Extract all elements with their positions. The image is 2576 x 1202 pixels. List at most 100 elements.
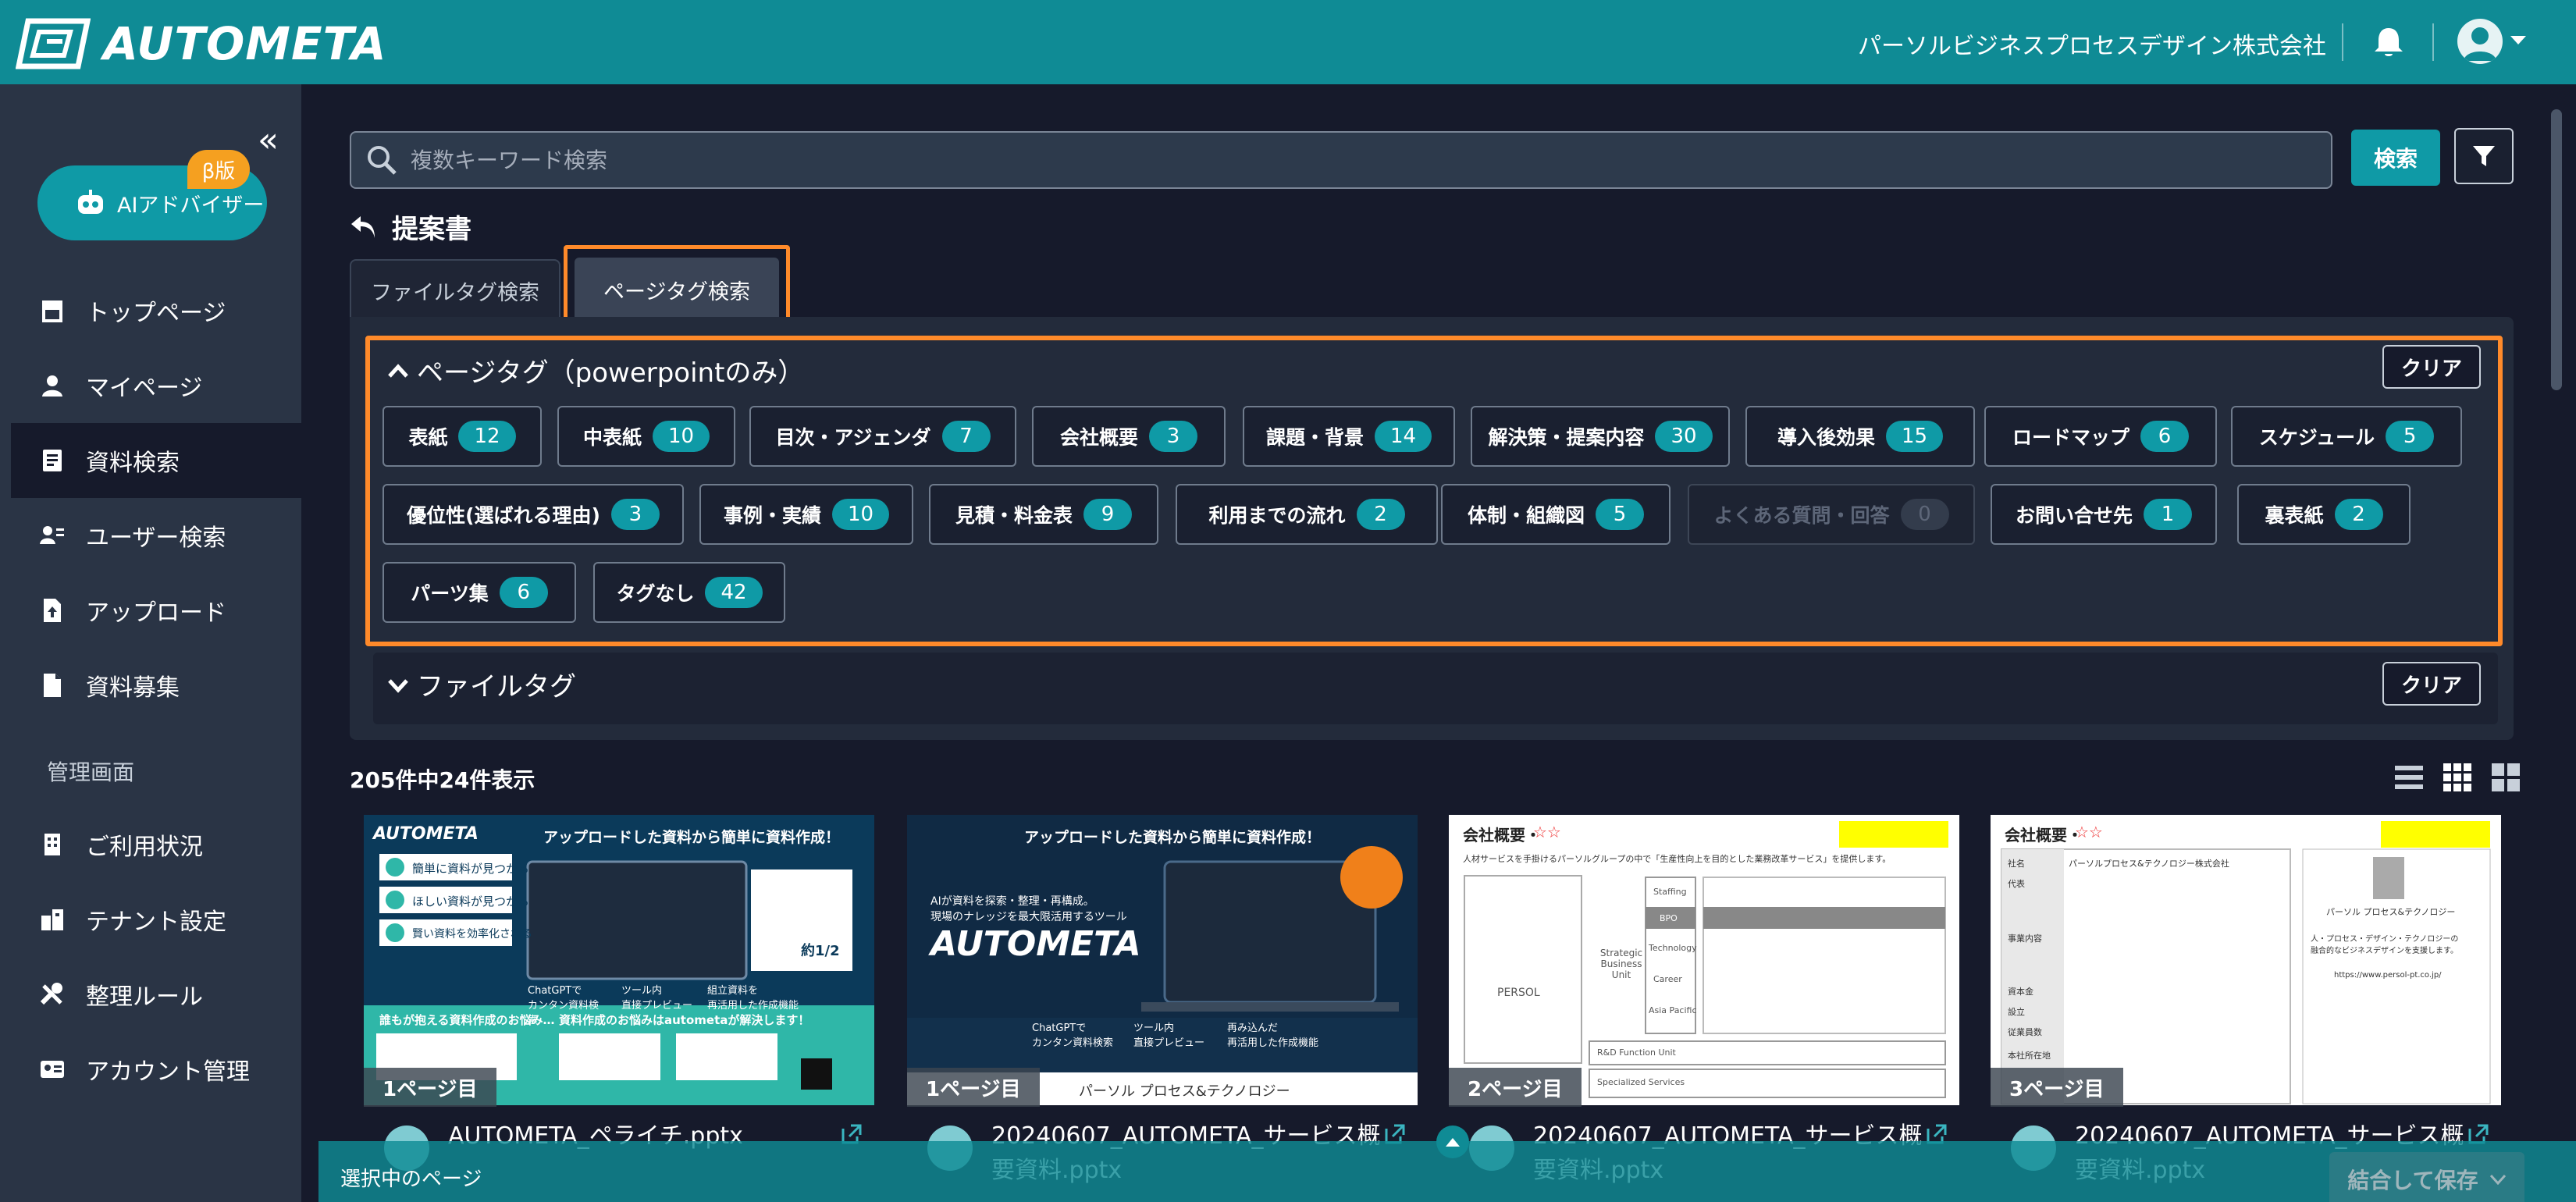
selection-label: 選択中のページ: [340, 1168, 482, 1191]
thumb-text: https://www.persol-pt.co.jp/: [2334, 971, 2442, 980]
search-input[interactable]: [411, 147, 2284, 173]
tag-chip[interactable]: 体制・組織図 5: [1441, 484, 1670, 545]
header-divider: [2432, 23, 2434, 61]
sidebar-item-recruit[interactable]: 資料募集: [0, 648, 301, 723]
page-title-row: 提案書: [350, 208, 471, 246]
thumb-text: 組立資料を 再活用した作成機能: [707, 985, 799, 1012]
page-number-label: 3ページ目: [1991, 1068, 2123, 1107]
collapse-sidebar-icon[interactable]: «: [258, 123, 279, 158]
tag-chip[interactable]: 中表紙 10: [557, 406, 735, 467]
tag-chip[interactable]: お問い合せ先 1: [1991, 484, 2217, 545]
page-number-label: 2ページ目: [1449, 1068, 1582, 1107]
list-view-icon[interactable]: [2393, 762, 2425, 793]
grid-view-icon[interactable]: [2442, 762, 2473, 793]
thumb-text: R&D Function Unit: [1597, 1047, 1676, 1058]
thumb-text: BPO: [1660, 913, 1678, 923]
search-box: [350, 131, 2332, 189]
page-title: 提案書: [392, 214, 471, 245]
tag-count: 3: [610, 499, 660, 530]
thumb-text: Strategic Business Unit: [1599, 948, 1643, 980]
page-tag-header[interactable]: ページタグ（powerpointのみ）: [387, 351, 804, 389]
tag-chip[interactable]: 裏表紙 2: [2237, 484, 2411, 545]
tag-chip[interactable]: スケジュール 5: [2231, 406, 2462, 467]
sidebar-item-label: 資料募集: [86, 674, 180, 702]
tag-chip[interactable]: タグなし 42: [593, 562, 785, 623]
slide-thumbnail[interactable]: アップロードした資料から簡単に資料作成！ AIが資料を探索・整理・再構成。 現場…: [907, 815, 1418, 1105]
tag-chip[interactable]: 表紙 12: [382, 406, 542, 467]
thumb-text: 簡単に資料が見つかる: [412, 862, 530, 876]
file-tag-clear-button[interactable]: クリア: [2382, 662, 2481, 706]
thumb-text: 再み込んだ 再活用した作成機能: [1227, 1022, 1319, 1049]
bell-icon[interactable]: [2370, 23, 2407, 61]
slide-thumbnail[interactable]: アップロードした資料から簡単に資料作成！ AUTOMETA 簡単に資料が見つかる…: [364, 815, 874, 1105]
tag-chip[interactable]: 利用までの流れ 2: [1176, 484, 1438, 545]
header-divider: [2342, 23, 2343, 61]
tag-chip[interactable]: 目次・アジェンダ 7: [749, 406, 1016, 467]
view-toggle: [2393, 762, 2521, 793]
thumb-text: 本社所在地: [2008, 1051, 2051, 1061]
tag-count: 0: [1900, 499, 1949, 530]
sidebar-item-usage[interactable]: ご利用状況: [0, 807, 301, 882]
sidebar-item-rules[interactable]: 整理ルール: [0, 957, 301, 1032]
tag-count: 6: [499, 577, 548, 608]
thumb-text: パーソルプロセス&テクノロジー株式会社: [2069, 859, 2229, 869]
thumb-text: パーソル プロセス&テクノロジー: [2326, 907, 2456, 917]
filter-icon: [2473, 146, 2495, 166]
tag-chip[interactable]: パーツ集 6: [382, 562, 576, 623]
thumb-text: ツール内 直接プレビュー: [1133, 1022, 1205, 1049]
filter-button[interactable]: [2454, 128, 2514, 184]
slide-thumbnail-art: [364, 815, 874, 1105]
thumb-text: AIが資料を探索・整理・再構成。 現場のナレッジを最大限活用するツール: [930, 895, 1127, 923]
sidebar-item-top[interactable]: トップページ: [0, 273, 301, 348]
thumb-stars: ☆☆: [1533, 823, 1561, 841]
thumb-text: PERSOL: [1497, 987, 1540, 999]
sidebar-item-mypage[interactable]: マイページ: [0, 348, 301, 423]
user-icon: [42, 375, 62, 397]
tile-view-icon[interactable]: [2490, 762, 2521, 793]
tag-chip[interactable]: 導入後効果 15: [1745, 406, 1975, 467]
scrollbar[interactable]: [2551, 109, 2562, 390]
tag-chip[interactable]: 解決策・提案内容 30: [1471, 406, 1730, 467]
merge-save-button[interactable]: 結合して保存: [2329, 1152, 2524, 1202]
thumb-text: 誰もが抱える資料作成のお悩み…: [379, 1013, 555, 1027]
user-avatar[interactable]: [2457, 19, 2503, 64]
search-button[interactable]: 検索: [2351, 130, 2440, 186]
sidebar-item-tenant[interactable]: テナント設定: [0, 882, 301, 957]
tag-chip[interactable]: 会社概要 3: [1032, 406, 1226, 467]
tag-count: 14: [1374, 421, 1432, 452]
thumb-text: Staffing: [1653, 887, 1687, 897]
thumb-text: 従業員数: [2008, 1027, 2042, 1037]
sidebar-item-upload[interactable]: アップロード: [0, 573, 301, 648]
expand-selection-button[interactable]: [1436, 1126, 1469, 1158]
slide-thumbnail[interactable]: 会社概要・ ☆☆ 人材サービスを手掛けるパーソルグループの中で「生産性向上を目的…: [1449, 815, 1959, 1105]
ai-advisor-label: AIアドバイザー: [117, 193, 265, 218]
logo[interactable]: AUTOMETA: [16, 17, 387, 70]
logo-text: AUTOMETA: [103, 17, 387, 70]
sidebar-item-account[interactable]: アカウント管理: [0, 1032, 301, 1107]
chevron-down-icon[interactable]: [2509, 34, 2528, 47]
sidebar-item-document-search[interactable]: 資料検索: [11, 423, 301, 498]
sidebar-item-user-search[interactable]: ユーザー検索: [0, 498, 301, 573]
thumb-badge: 約1/2: [801, 943, 840, 959]
file-icon: [44, 674, 61, 697]
back-arrow-icon[interactable]: [350, 213, 378, 241]
tag-count: 5: [1596, 499, 1644, 530]
tools-icon: [40, 983, 62, 1005]
page-tag-clear-button[interactable]: クリア: [2382, 345, 2481, 389]
tag-count: 6: [2140, 421, 2189, 452]
thumb-title: 会社概要・: [2005, 826, 2083, 845]
admin-section-header: 管理画面: [47, 759, 135, 785]
tab-file-tag-search[interactable]: ファイルタグ検索: [350, 259, 560, 320]
tag-chip[interactable]: 見積・料金表 9: [929, 484, 1158, 545]
document-search-icon: [43, 450, 62, 471]
tab-page-tag-search[interactable]: ページタグ検索: [575, 258, 779, 322]
tag-chip[interactable]: 事例・実績 10: [699, 484, 913, 545]
file-tag-header[interactable]: ファイルタグ: [387, 665, 576, 703]
tenant-icon: [41, 909, 63, 930]
thumb-text: Specialized Services: [1597, 1077, 1685, 1087]
slide-thumbnail[interactable]: 会社概要・ ☆☆ 社名 代表 事業内容 資本金 設立 従業員数 本社所在地 パー…: [1991, 815, 2501, 1105]
tag-count: 5: [2386, 421, 2435, 452]
tag-chip[interactable]: 優位性(選ばれる理由) 3: [382, 484, 684, 545]
tag-chip[interactable]: 課題・背景 14: [1243, 406, 1455, 467]
tag-chip[interactable]: ロードマップ 6: [1984, 406, 2217, 467]
